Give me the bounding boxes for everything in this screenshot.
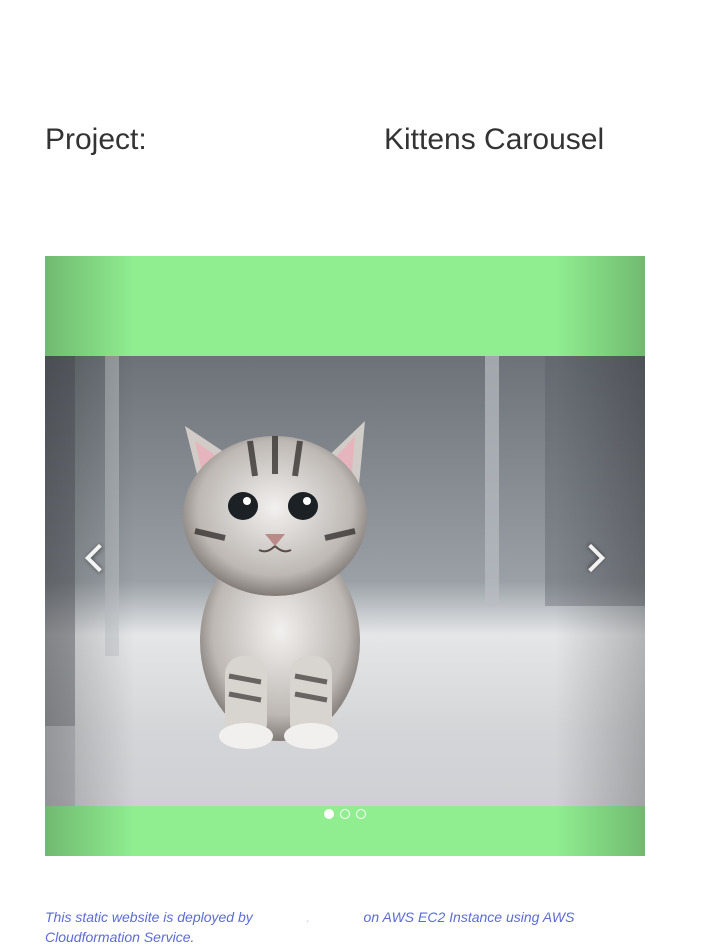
carousel-next-button[interactable]: [555, 256, 645, 856]
chevron-right-icon: [576, 543, 606, 573]
footer-text-part1: This static website is deployed by: [45, 909, 253, 925]
carousel-prev-button[interactable]: [45, 256, 135, 856]
footer-text-gap: .: [306, 909, 311, 925]
project-label: Project:: [45, 123, 147, 156]
carousel-indicator-1[interactable]: [324, 809, 334, 819]
project-name: Kittens Carousel: [384, 123, 605, 156]
carousel-indicator-2[interactable]: [340, 809, 350, 819]
chevron-left-icon: [84, 543, 114, 573]
carousel-indicators: [45, 809, 645, 821]
kittens-carousel: [45, 256, 645, 856]
page-header: Project: Kittens Carousel: [45, 120, 665, 160]
carousel-indicator-3[interactable]: [356, 809, 366, 819]
footer-note: This static website is deployed by . on …: [45, 907, 605, 947]
